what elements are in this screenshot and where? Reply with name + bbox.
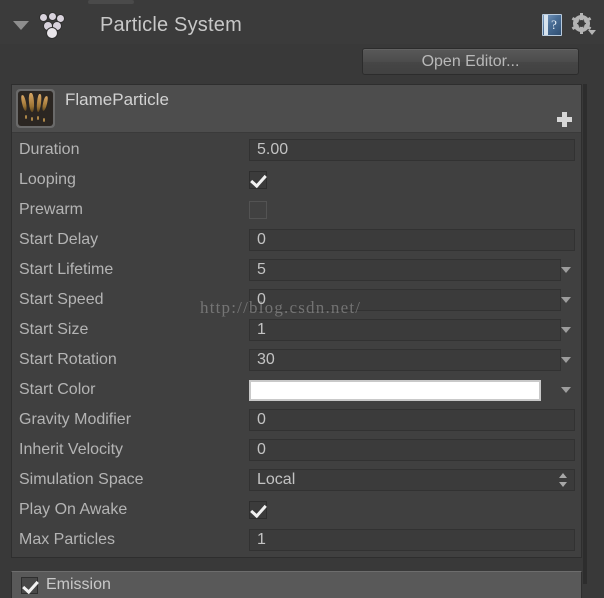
triangle-down-icon: [13, 20, 29, 30]
particle-system-inspector: Particle System ? Open Editor... FlamePa…: [0, 0, 604, 598]
property-row-inherit-velocity: Inherit Velocity 0: [12, 435, 581, 465]
property-label: Start Speed: [19, 291, 104, 308]
property-row-start-color: Start Color: [12, 375, 581, 405]
property-list: Duration 5.00 Looping Prewarm Start Dela…: [12, 133, 581, 557]
open-editor-row: Open Editor...: [0, 44, 604, 80]
start-speed-input[interactable]: 0: [249, 289, 561, 311]
property-row-start-size: Start Size 1: [12, 315, 581, 345]
help-glyph: ?: [551, 17, 557, 32]
gravity-modifier-input[interactable]: 0: [249, 409, 575, 431]
start-lifetime-input[interactable]: 5: [249, 259, 561, 281]
property-label: Start Size: [19, 321, 89, 338]
start-rotation-input[interactable]: 30: [249, 349, 561, 371]
particle-system-panel: FlameParticle Duration 5.00 Looping Prew…: [11, 84, 582, 558]
gear-icon[interactable]: [571, 13, 596, 36]
property-row-duration: Duration 5.00: [12, 135, 581, 165]
updown-arrows-icon[interactable]: [559, 472, 568, 488]
flame-particle-thumbnail: [16, 89, 55, 128]
start-speed-dropdown-icon[interactable]: [561, 297, 571, 303]
property-label: Inherit Velocity: [19, 441, 124, 458]
max-particles-input[interactable]: 1: [249, 529, 575, 551]
duration-input[interactable]: 5.00: [249, 139, 575, 161]
property-row-prewarm: Prewarm: [12, 195, 581, 225]
property-label: Max Particles: [19, 531, 116, 548]
property-row-start-lifetime: Start Lifetime 5: [12, 255, 581, 285]
property-label: Simulation Space: [19, 471, 144, 488]
property-row-start-delay: Start Delay 0: [12, 225, 581, 255]
start-size-dropdown-icon[interactable]: [561, 327, 571, 333]
property-label: Start Delay: [19, 231, 99, 248]
header-actions: ?: [542, 13, 596, 36]
property-row-gravity-modifier: Gravity Modifier 0: [12, 405, 581, 435]
start-rotation-dropdown-icon[interactable]: [561, 357, 571, 363]
property-label: Start Lifetime: [19, 261, 114, 278]
page-title: Particle System: [100, 13, 242, 36]
component-header: Particle System ?: [0, 6, 604, 44]
property-label: Gravity Modifier: [19, 411, 132, 428]
top-partial-button[interactable]: [88, 0, 134, 4]
inherit-velocity-input[interactable]: 0: [249, 439, 575, 461]
help-book-icon[interactable]: ?: [542, 14, 562, 36]
property-label: Start Rotation: [19, 351, 117, 368]
looping-checkbox[interactable]: [249, 171, 267, 189]
start-size-input[interactable]: 1: [249, 319, 561, 341]
foldout-toggle[interactable]: [8, 20, 34, 30]
property-label: Duration: [19, 141, 80, 158]
simulation-space-select[interactable]: Local: [249, 469, 575, 491]
open-editor-button[interactable]: Open Editor...: [362, 48, 579, 75]
play-on-awake-checkbox[interactable]: [249, 501, 267, 519]
emitter-name: FlameParticle: [65, 90, 169, 109]
particle-system-icon: [36, 11, 66, 39]
property-row-looping: Looping: [12, 165, 581, 195]
property-row-start-speed: Start Speed 0: [12, 285, 581, 315]
property-label: Start Color: [19, 381, 96, 398]
property-row-simulation-space: Simulation Space Local: [12, 465, 581, 495]
emitter-row[interactable]: FlameParticle: [12, 85, 581, 133]
start-color-dropdown-icon[interactable]: [561, 387, 571, 393]
start-color-swatch[interactable]: [249, 379, 541, 401]
emission-enabled-checkbox[interactable]: [21, 576, 38, 594]
property-label: Play On Awake: [19, 501, 128, 518]
panel-right-edge: [583, 84, 587, 584]
property-row-max-particles: Max Particles 1: [12, 525, 581, 555]
module-header-emission[interactable]: Emission: [11, 571, 582, 598]
chevron-down-icon: [588, 30, 596, 35]
property-row-start-rotation: Start Rotation 30: [12, 345, 581, 375]
start-lifetime-dropdown-icon[interactable]: [561, 267, 571, 273]
module-label: Emission: [46, 576, 111, 593]
property-row-play-on-awake: Play On Awake: [12, 495, 581, 525]
prewarm-checkbox[interactable]: [249, 201, 267, 219]
property-label: Prewarm: [19, 201, 84, 218]
start-delay-input[interactable]: 0: [249, 229, 575, 251]
property-label: Looping: [19, 171, 76, 188]
plus-icon[interactable]: [557, 112, 572, 127]
